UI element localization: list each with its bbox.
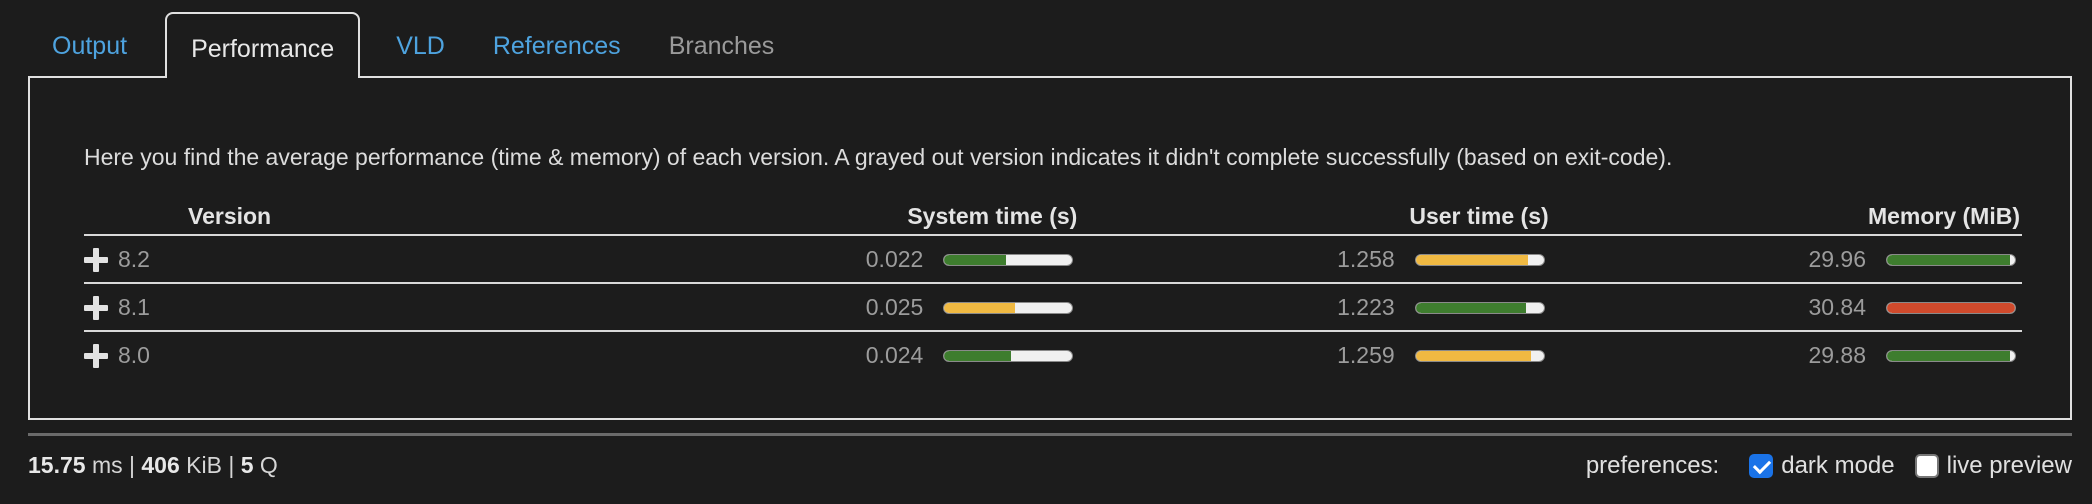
user-time-cell: 1.258 (1079, 235, 1551, 284)
user-time-bar (1414, 301, 1545, 314)
footer-divider (28, 433, 2072, 436)
performance-panel: Here you find the average performance (t… (28, 76, 2072, 420)
user-time-cell: 1.223 (1079, 283, 1551, 332)
version-label: 8.0 (118, 341, 150, 368)
expand-plus-icon[interactable] (84, 296, 108, 321)
system-time-bar (943, 301, 1074, 314)
tab-output[interactable]: Output (28, 15, 151, 78)
system-time-bar (943, 253, 1074, 266)
status-queries-unit: Q (259, 452, 278, 478)
system-time-value: 0.022 (865, 246, 924, 273)
memory-bar-fill (1887, 302, 2015, 313)
header-version: Version (84, 198, 608, 236)
user-time-bar (1414, 349, 1545, 362)
user-time-bar-fill (1415, 350, 1531, 361)
preferences: preferences: dark mode live preview (1586, 452, 2072, 480)
user-time-bar-fill (1415, 302, 1526, 313)
user-time-bar-fill (1415, 254, 1529, 265)
memory-bar-fill (1887, 350, 2010, 361)
memory-value: 29.88 (1808, 342, 1866, 369)
status-memory-unit: KiB (186, 452, 222, 478)
version-cell: 8.0 (84, 331, 608, 378)
memory-bar (1886, 253, 2016, 266)
table-row: 8.2 0.022 1.258 29.96 (84, 235, 2022, 284)
version-cell: 8.1 (84, 283, 608, 332)
expand-plus-icon[interactable] (84, 344, 108, 369)
table-row: 8.0 0.024 1.259 29.88 (84, 331, 2022, 378)
header-system-time: System time (s) (608, 198, 1080, 236)
system-time-bar-fill (944, 350, 1011, 361)
tab-references[interactable]: References (469, 15, 645, 78)
status-bar: 15.75 ms | 406 KiB | 5 Q (28, 452, 278, 479)
table-row: 8.1 0.025 1.223 30.84 (84, 283, 2022, 332)
performance-table: Version System time (s) User time (s) Me… (84, 198, 2022, 378)
tab-vld[interactable]: VLD (372, 15, 469, 78)
version-cell: 8.2 (84, 235, 608, 284)
memory-bar (1886, 349, 2016, 362)
user-time-cell: 1.259 (1079, 331, 1550, 378)
memory-bar-fill (1887, 254, 2010, 265)
user-time-value: 1.259 (1337, 342, 1395, 369)
status-queries-value: 5 (240, 452, 254, 478)
header-memory: Memory (MiB) (1550, 198, 2022, 236)
system-time-bar (943, 349, 1074, 362)
memory-cell: 29.96 (1550, 235, 2022, 284)
dark-mode-label[interactable]: dark mode (1781, 452, 1894, 480)
memory-cell: 29.88 (1551, 331, 2022, 378)
status-separator: | (129, 452, 135, 478)
status-time-unit: ms (91, 452, 123, 478)
expand-plus-icon[interactable] (84, 248, 108, 273)
table-header-row: Version System time (s) User time (s) Me… (84, 198, 2022, 236)
version-label: 8.2 (118, 245, 150, 272)
system-time-cell: 0.025 (608, 283, 1080, 332)
live-preview-label[interactable]: live preview (1947, 452, 2072, 480)
memory-bar (1886, 301, 2016, 314)
memory-cell: 30.84 (1550, 283, 2022, 332)
live-preview-checkbox[interactable] (1914, 454, 1939, 478)
system-time-value: 0.025 (865, 294, 924, 321)
tab-performance[interactable]: Performance (165, 12, 361, 78)
user-time-value: 1.258 (1337, 246, 1395, 273)
user-time-value: 1.223 (1337, 294, 1395, 321)
system-time-cell: 0.024 (608, 331, 1079, 378)
tab-branches[interactable]: Branches (645, 15, 799, 78)
status-time-value: 15.75 (28, 452, 86, 478)
status-memory-value: 406 (141, 452, 180, 478)
status-separator: | (228, 452, 235, 478)
system-time-cell: 0.022 (608, 235, 1080, 284)
system-time-bar-fill (944, 302, 1015, 313)
dark-mode-checkbox[interactable] (1749, 454, 1774, 478)
header-user-time: User time (s) (1079, 198, 1551, 236)
preferences-label: preferences: (1585, 452, 1720, 479)
tab-bar: Output Performance VLD References Branch… (28, 12, 798, 78)
performance-description: Here you find the average performance (t… (84, 144, 1673, 170)
user-time-bar (1414, 253, 1545, 266)
memory-value: 30.84 (1808, 294, 1866, 321)
system-time-bar-fill (944, 254, 1006, 265)
system-time-value: 0.024 (865, 342, 924, 369)
memory-value: 29.96 (1808, 246, 1866, 273)
version-label: 8.1 (118, 293, 150, 320)
